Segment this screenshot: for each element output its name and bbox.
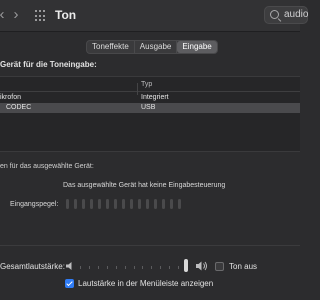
slider-tick — [151, 266, 153, 269]
search-icon — [270, 10, 279, 19]
device-name: CODEC — [6, 104, 32, 111]
level-segment — [146, 199, 149, 209]
slider-tick — [160, 266, 162, 269]
section-divider — [0, 245, 300, 246]
grid-icon[interactable] — [35, 10, 47, 22]
device-type: USB — [141, 104, 156, 111]
slider-tick — [124, 266, 126, 269]
input-level-meter — [66, 199, 186, 209]
tab-bar: Toneffekte Ausgabe Eingabe — [86, 40, 218, 54]
level-segment — [90, 199, 93, 209]
table-row[interactable]: CODEC USB — [0, 103, 300, 113]
speaker-high-icon — [196, 261, 207, 271]
slider-tick — [169, 266, 171, 269]
show-volume-in-menubar-label: Lautstärke in der Menüleiste anzeigen — [78, 279, 214, 288]
input-level-label: Eingangspegel: — [10, 201, 59, 208]
chevron-left-icon[interactable]: ‹ — [0, 6, 8, 24]
device-section-label: Gerät für die Toneingabe: — [0, 60, 97, 69]
tab-ausgabe[interactable]: Ausgabe — [135, 41, 178, 53]
level-segment — [106, 199, 109, 209]
level-segment — [170, 199, 173, 209]
device-table: Typ ikrofon Integriert CODEC USB — [0, 76, 300, 152]
show-volume-in-menubar-checkbox[interactable] — [65, 279, 74, 288]
volume-slider-knob[interactable] — [184, 259, 188, 272]
level-segment — [114, 199, 117, 209]
table-row[interactable]: ikrofon Integriert — [0, 93, 300, 103]
slider-tick — [88, 266, 90, 269]
tab-eingabe[interactable]: Eingabe — [177, 41, 217, 53]
slider-tick — [115, 266, 117, 269]
speaker-low-icon — [66, 262, 72, 270]
level-segment — [130, 199, 133, 209]
column-header-type[interactable]: Typ — [141, 81, 152, 88]
level-segment — [138, 199, 141, 209]
level-segment — [82, 199, 85, 209]
slider-tick — [133, 266, 135, 269]
search-field[interactable]: audio — [264, 6, 308, 24]
no-controls-message: Das ausgewählte Gerät hat keine Eingabes… — [63, 182, 226, 189]
chevron-right-icon[interactable]: › — [10, 6, 22, 24]
device-type: Integriert — [141, 94, 169, 101]
level-segment — [74, 199, 77, 209]
toolbar: ‹ › Ton audio — [0, 0, 308, 32]
window-title: Ton — [55, 8, 77, 22]
device-name: ikrofon — [0, 94, 22, 101]
level-segment — [162, 199, 165, 209]
slider-tick — [97, 266, 99, 269]
volume-label: Gesamtlautstärke: — [0, 262, 65, 271]
mute-label: Ton aus — [229, 262, 258, 271]
search-input[interactable]: audio — [284, 9, 308, 20]
volume-slider-track[interactable] — [80, 266, 188, 269]
level-segment — [98, 199, 101, 209]
table-header: Typ — [0, 80, 300, 95]
tab-toneffekte[interactable]: Toneffekte — [87, 41, 135, 53]
slider-tick — [106, 266, 108, 269]
level-segment — [66, 199, 69, 209]
level-segment — [178, 199, 181, 209]
level-segment — [154, 199, 157, 209]
slider-tick — [178, 266, 180, 269]
level-segment — [122, 199, 125, 209]
mute-checkbox[interactable] — [215, 262, 224, 271]
slider-tick — [80, 266, 81, 269]
slider-tick — [142, 266, 144, 269]
settings-section-label: en für das ausgewählte Gerät: — [0, 163, 94, 170]
